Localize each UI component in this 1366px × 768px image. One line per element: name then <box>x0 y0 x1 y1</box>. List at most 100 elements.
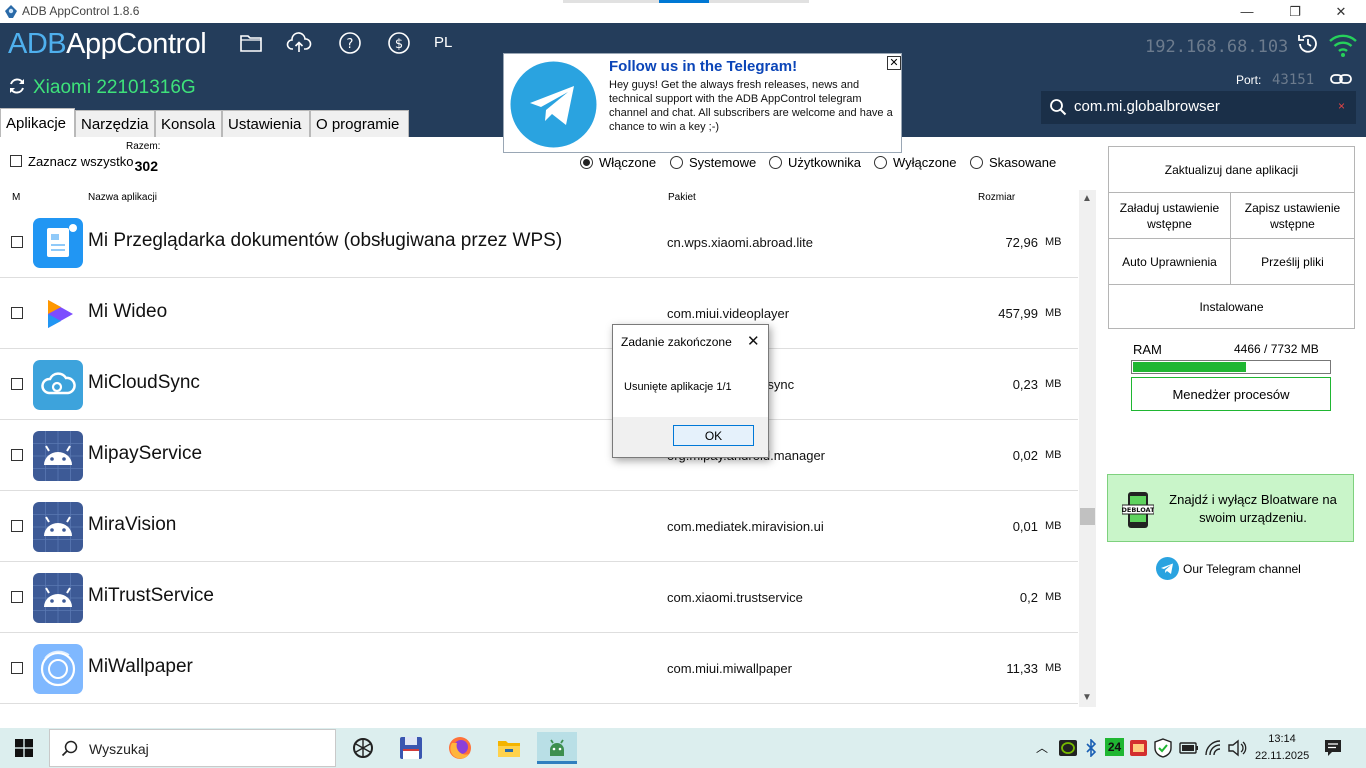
tab-konsola[interactable]: Konsola <box>155 110 222 137</box>
device-name[interactable]: Xiaomi 22101316G <box>33 77 196 99</box>
filter-enabled-label[interactable]: Włączone <box>599 155 656 170</box>
cpu-monitor-icon[interactable] <box>1129 739 1148 757</box>
link-icon[interactable] <box>1329 71 1353 87</box>
installed-button[interactable]: Instalowane <box>1108 284 1355 329</box>
auto-permissions-button[interactable]: Auto Uprawnienia <box>1108 238 1231 285</box>
column-header-size[interactable]: Rozmiar <box>978 192 1015 203</box>
dialog-close-button[interactable]: ✕ <box>747 332 760 350</box>
row-checkbox[interactable] <box>11 662 23 674</box>
scrollbar-thumb[interactable] <box>1080 508 1095 525</box>
taskbar-search[interactable]: Wyszukaj <box>49 729 336 767</box>
save-preset-button[interactable]: Zapisz ustawienie wstępne <box>1230 192 1355 239</box>
tray-badge[interactable]: 24 <box>1105 738 1124 756</box>
filter-deleted-radio[interactable] <box>970 156 983 169</box>
row-checkbox[interactable] <box>11 520 23 532</box>
svg-text:DEBLOAT: DEBLOAT <box>1122 506 1154 514</box>
volume-icon[interactable] <box>1227 739 1247 757</box>
column-header-mark[interactable]: M <box>12 192 20 203</box>
telegram-banner[interactable]: Follow us in the Telegram! Hey guys! Get… <box>503 53 902 153</box>
tray-expand-icon[interactable]: ︿ <box>1036 739 1048 756</box>
security-shield-icon[interactable] <box>1154 738 1172 758</box>
row-checkbox[interactable] <box>11 236 23 248</box>
table-row[interactable]: MiTrustService com.xiaomi.trustservice 0… <box>0 562 1078 633</box>
send-files-button[interactable]: Prześlij pliki <box>1230 238 1355 285</box>
filter-deleted-label[interactable]: Skasowane <box>989 155 1056 170</box>
file-explorer-icon[interactable] <box>489 732 529 764</box>
cloud-upload-icon[interactable] <box>286 30 312 56</box>
table-row[interactable]: MiCloudSync com.miui.micloudsync 0,23 MB <box>0 349 1078 420</box>
tab-ustawienia[interactable]: Ustawienia <box>222 110 310 137</box>
debloat-button[interactable]: DEBLOAT Znajdź i wyłącz Bloatware na swo… <box>1107 474 1354 542</box>
tab-o-programie[interactable]: O programie <box>310 110 409 137</box>
filter-user-label[interactable]: Użytkownika <box>788 155 861 170</box>
nvidia-icon[interactable] <box>1059 740 1077 756</box>
dialog-footer: OK <box>613 417 768 457</box>
app-size-unit: MB <box>1045 591 1062 603</box>
table-row[interactable]: MiraVision com.mediatek.miravision.ui 0,… <box>0 491 1078 562</box>
close-window-button[interactable]: ✕ <box>1318 0 1364 23</box>
tab-narzedzia[interactable]: Narzędzia <box>75 110 155 137</box>
chatgpt-icon[interactable] <box>343 732 383 764</box>
table-row[interactable]: MiWallpaper com.miui.miwallpaper 11,33 M… <box>0 633 1078 704</box>
filter-enabled-radio[interactable] <box>580 156 593 169</box>
search-clear-button[interactable]: × <box>1338 99 1345 113</box>
windows-start-icon[interactable] <box>15 739 33 757</box>
ram-usage-bar <box>1131 360 1331 374</box>
table-row[interactable]: Mi Wideo com.miui.videoplayer 457,99 MB <box>0 278 1078 349</box>
telegram-channel-link[interactable]: Our Telegram channel <box>1183 562 1301 576</box>
maximize-button[interactable]: ❐ <box>1272 0 1318 23</box>
row-checkbox[interactable] <box>11 591 23 603</box>
minimize-button[interactable]: — <box>1224 0 1270 23</box>
refresh-icon[interactable] <box>7 76 27 96</box>
adb-appcontrol-icon[interactable] <box>537 732 577 764</box>
notification-icon[interactable] <box>1324 739 1342 757</box>
help-icon[interactable]: ? <box>337 30 363 56</box>
row-checkbox[interactable] <box>11 378 23 390</box>
save-disk-icon[interactable] <box>391 732 431 764</box>
column-header-name[interactable]: Nazwa aplikacji <box>88 192 157 203</box>
row-checkbox[interactable] <box>11 307 23 319</box>
table-row[interactable]: Mi Przeglądarka dokumentów (obsługiwana … <box>0 207 1078 278</box>
ram-label: RAM <box>1133 342 1162 357</box>
folder-icon[interactable] <box>238 30 264 56</box>
dialog-title: Zadanie zakończone <box>621 335 732 349</box>
scroll-up-icon[interactable]: ▲ <box>1082 193 1092 204</box>
tab-aplikacje[interactable]: Aplikacje <box>0 108 75 137</box>
scroll-down-icon[interactable]: ▼ <box>1082 692 1092 703</box>
language-button[interactable]: PL <box>434 34 452 51</box>
logo-main: AppControl <box>66 28 207 60</box>
taskbar-clock[interactable]: 13:14 22.11.2025 <box>1255 731 1309 765</box>
history-icon[interactable] <box>1296 32 1320 56</box>
process-manager-button[interactable]: Menedżer procesów <box>1131 377 1331 411</box>
document-viewer-icon <box>33 218 83 268</box>
filter-system-radio[interactable] <box>670 156 683 169</box>
telegram-icon[interactable] <box>1156 557 1179 580</box>
filter-system-label[interactable]: Systemowe <box>689 155 756 170</box>
network-wifi-icon[interactable] <box>1204 739 1222 757</box>
app-package: cn.wps.xiaomi.abroad.lite <box>667 235 813 250</box>
battery-icon[interactable] <box>1179 740 1199 756</box>
donate-icon[interactable]: $ <box>386 30 412 56</box>
update-app-data-button[interactable]: Zaktualizuj dane aplikacji <box>1108 146 1355 193</box>
load-preset-button[interactable]: Załaduj ustawienie wstępne <box>1108 192 1231 239</box>
bluetooth-icon[interactable] <box>1085 739 1097 757</box>
filter-disabled-radio[interactable] <box>874 156 887 169</box>
dialog-ok-button[interactable]: OK <box>673 425 754 446</box>
video-player-icon <box>33 289 83 339</box>
search-box[interactable]: com.mi.globalbrowser × <box>1041 91 1356 124</box>
column-header-package[interactable]: Pakiet <box>668 192 696 203</box>
debloat-phone-icon: DEBLOAT <box>1122 492 1154 528</box>
clock-date: 22.11.2025 <box>1255 750 1310 762</box>
filter-user-radio[interactable] <box>769 156 782 169</box>
search-input[interactable]: com.mi.globalbrowser <box>1074 98 1220 115</box>
app-list-scrollbar[interactable]: ▲ ▼ <box>1079 190 1096 707</box>
app-size: 0,02 <box>1012 448 1038 463</box>
select-all-checkbox[interactable] <box>10 155 22 167</box>
app-logo: ADBAppControl <box>8 28 207 61</box>
firefox-icon[interactable] <box>440 732 480 764</box>
filter-disabled-label[interactable]: Wyłączone <box>893 155 956 170</box>
banner-close-button[interactable]: ✕ <box>887 56 901 70</box>
title-bar: ADB AppControl 1.8.6 — ❐ ✕ <box>0 0 1366 23</box>
table-row[interactable]: MipayService org.mipay.android.manager 0… <box>0 420 1078 491</box>
row-checkbox[interactable] <box>11 449 23 461</box>
